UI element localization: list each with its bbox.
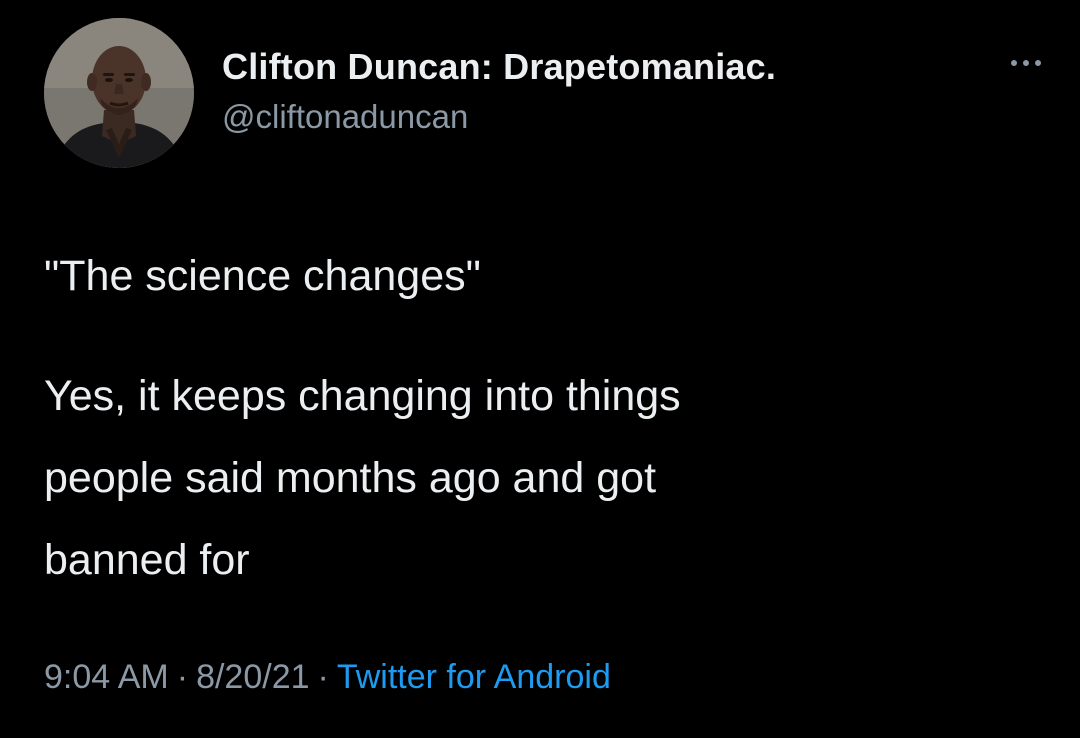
tweet-card: Clifton Duncan: Drapetomaniac. @cliftona…: [0, 0, 1080, 738]
tweet-body: Yes, it keeps changing into things peopl…: [44, 355, 1004, 601]
ellipsis-icon: [1011, 60, 1041, 66]
tweet-meta: 9:04 AM · 8/20/21 · Twitter for Android: [44, 658, 611, 697]
tweet-body-line: Yes, it keeps changing into things: [44, 372, 681, 420]
author-avatar[interactable]: [44, 18, 194, 168]
tweet-body-line: banned for: [44, 536, 250, 584]
tweet-source-link[interactable]: Twitter for Android: [337, 658, 611, 696]
more-options-button[interactable]: [1002, 48, 1050, 78]
meta-separator: ·: [317, 658, 329, 696]
author-handle[interactable]: @cliftonaduncan: [222, 98, 468, 136]
tweet-quote-line: "The science changes": [44, 252, 481, 300]
author-display-name[interactable]: Clifton Duncan: Drapetomaniac.: [222, 46, 776, 88]
tweet-body-line: people said months ago and got: [44, 454, 657, 502]
profile-photo-icon: [44, 18, 194, 168]
tweet-time[interactable]: 9:04 AM: [44, 658, 169, 696]
tweet-date[interactable]: 8/20/21: [196, 658, 309, 696]
meta-separator: ·: [176, 658, 189, 696]
